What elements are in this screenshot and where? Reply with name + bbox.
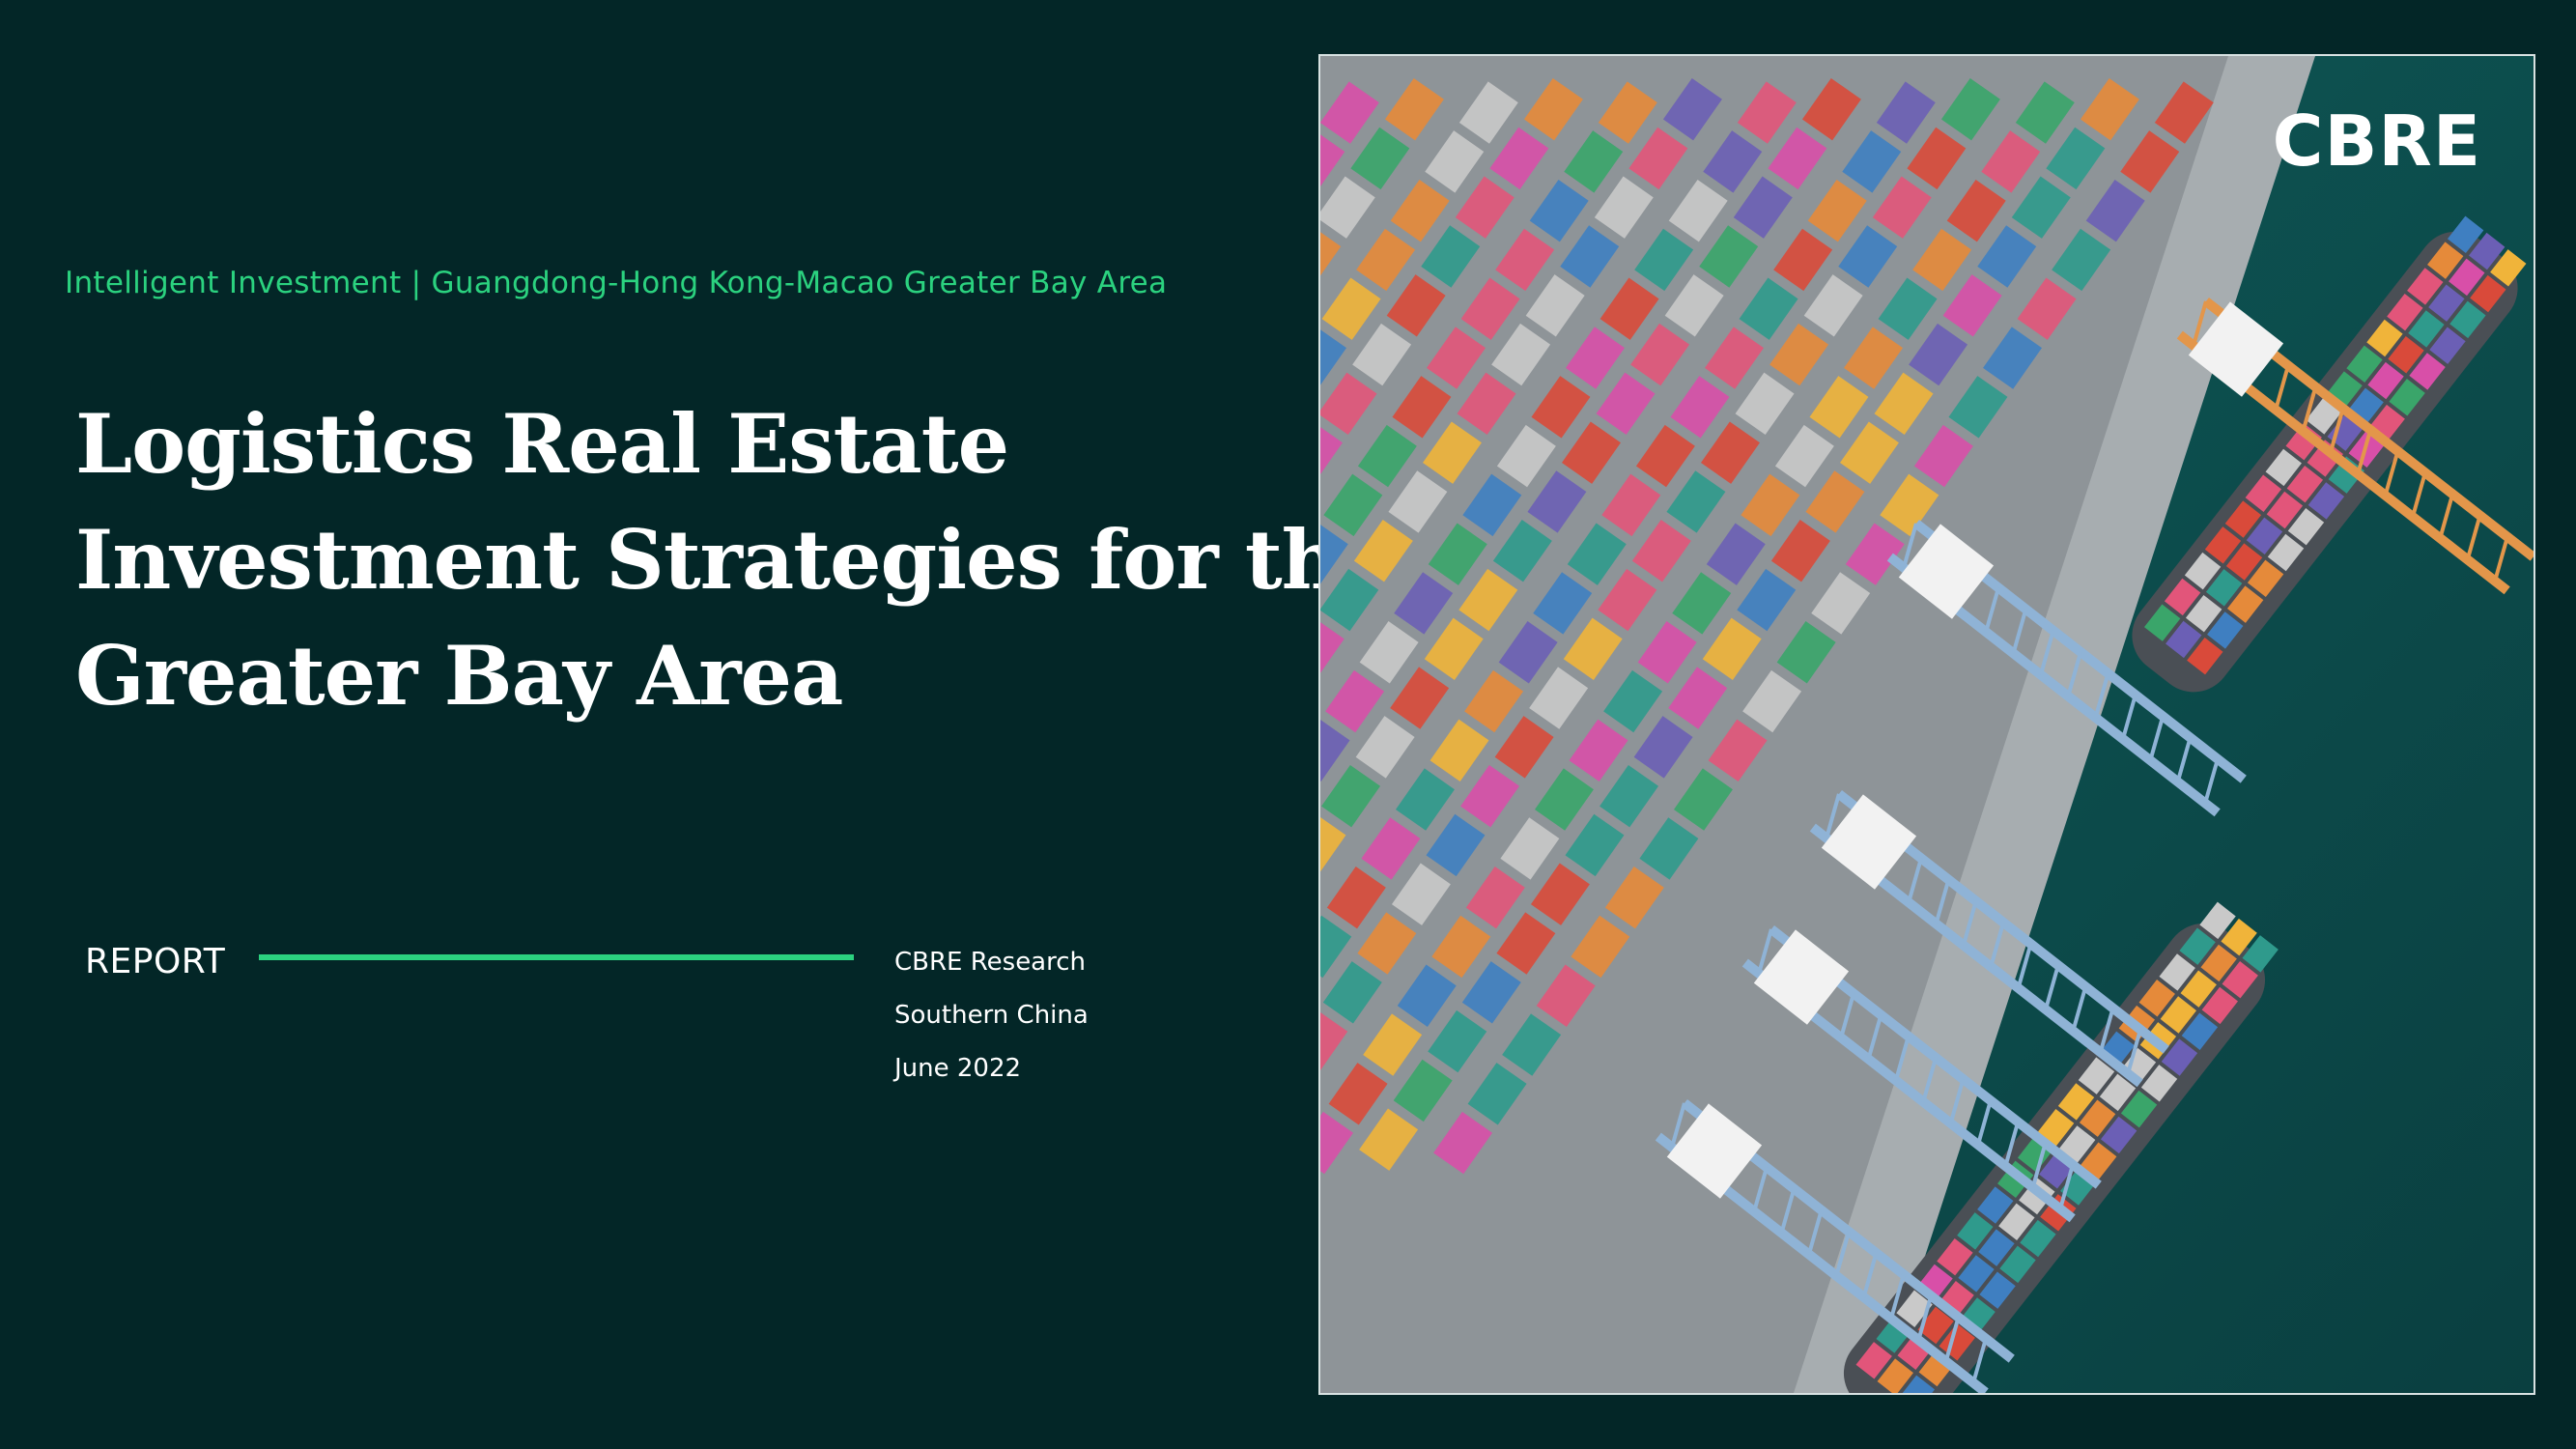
- cover-meta: CBRE Research Southern China June 2022: [894, 945, 1089, 1104]
- port-illustration: [1320, 56, 2534, 1393]
- report-divider-line: [259, 954, 854, 960]
- meta-publisher: CBRE Research: [894, 948, 1087, 977]
- cover-title: Logistics Real Estate Investment Strateg…: [75, 386, 1391, 734]
- meta-region: Southern China: [894, 1001, 1089, 1030]
- cover-subtitle: Intelligent Investment | Guangdong-Hong …: [65, 266, 1168, 300]
- cover-title-line: Logistics Real Estate: [75, 396, 1009, 492]
- cover-title-line: Greater Bay Area: [75, 628, 843, 724]
- report-cover: Intelligent Investment | Guangdong-Hong …: [0, 0, 2576, 1449]
- report-label: REPORT: [85, 942, 226, 981]
- cover-title-line: Investment Strategies for the: [75, 512, 1391, 608]
- meta-date: June 2022: [894, 1054, 1022, 1083]
- container-port-aerial-image: CBRE: [1318, 54, 2535, 1395]
- cbre-logo: CBRE: [2272, 100, 2481, 182]
